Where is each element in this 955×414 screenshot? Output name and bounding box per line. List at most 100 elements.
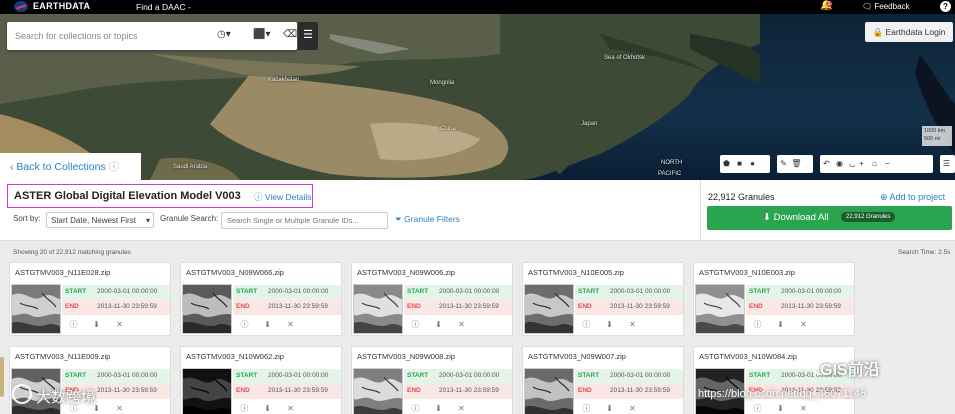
remove-icon[interactable]: ✕ bbox=[621, 317, 644, 333]
start-row: START 2000-03-01 00:00:00 bbox=[62, 285, 170, 300]
info-icon[interactable]: ⓘ bbox=[575, 401, 598, 414]
zoom-out-icon[interactable]: − bbox=[881, 155, 894, 173]
download-icon[interactable]: ⬇ bbox=[256, 317, 279, 333]
remove-icon[interactable]: ✕ bbox=[450, 317, 473, 333]
remove-icon[interactable]: ✕ bbox=[108, 317, 131, 333]
marker-icon[interactable]: ● bbox=[746, 155, 759, 173]
sort-select[interactable]: Start Date, Newest First ▾ bbox=[46, 212, 154, 228]
granule-card[interactable]: ASTGTMV003_N09W006.zip START 2000-03-01 00… bbox=[351, 262, 513, 336]
granule-thumbnail[interactable] bbox=[353, 284, 403, 334]
granule-thumbnail[interactable] bbox=[524, 284, 574, 334]
remove-icon[interactable]: ✕ bbox=[279, 317, 302, 333]
download-icon[interactable]: ⬇ bbox=[769, 401, 792, 414]
home-icon[interactable]: ⌂ bbox=[868, 155, 881, 173]
info-icon[interactable]: ⓘ bbox=[233, 317, 256, 333]
download-icon[interactable]: ⬇ bbox=[427, 317, 450, 333]
granule-card[interactable]: ASTGTMV003_N09W066.zip START 2000-03-01 00… bbox=[180, 262, 342, 336]
start-label: START bbox=[65, 288, 87, 295]
granule-thumbnail[interactable] bbox=[182, 368, 232, 414]
granule-thumbnail[interactable] bbox=[695, 284, 745, 334]
granule-card[interactable]: ASTGTMV003_N11E028.zip START 2000-03-01 00… bbox=[9, 262, 171, 336]
search-input[interactable] bbox=[15, 29, 205, 43]
info-icon[interactable]: ⓘ bbox=[746, 317, 769, 333]
download-icon[interactable]: ⬇ bbox=[598, 317, 621, 333]
granule-card[interactable]: ASTGTMV003_N09W007.zip START 2000-03-01 00… bbox=[522, 346, 684, 414]
granule-name[interactable]: ASTGTMV003_N10E005.zip bbox=[528, 268, 624, 277]
granule-card[interactable]: ASTGTMV003_N10E005.zip START 2000-03-01 00… bbox=[522, 262, 684, 336]
filter-icon: ⏷ bbox=[395, 214, 405, 224]
granule-name[interactable]: ASTGTMV003_N10E003.zip bbox=[699, 268, 795, 277]
granule-thumbnail[interactable] bbox=[182, 284, 232, 334]
info-icon[interactable]: ⓘ bbox=[233, 401, 256, 414]
granule-name[interactable]: ASTGTMV003_N09W066.zip bbox=[186, 268, 284, 277]
layers-icon[interactable]: ☰ bbox=[940, 155, 953, 173]
granule-filters-button[interactable]: ⏷ Granule Filters bbox=[395, 214, 460, 225]
granule-card[interactable]: ASTGTMV003_N10E003.zip START 2000-03-01 00… bbox=[693, 262, 855, 336]
side-scroll-handle[interactable] bbox=[0, 357, 4, 397]
rectangle-icon[interactable]: ■ bbox=[733, 155, 746, 173]
download-icon[interactable]: ⬇ bbox=[85, 317, 108, 333]
brand-name[interactable]: EARTHDATA bbox=[33, 1, 90, 11]
start-row: START 2000-03-01 00:00:00 bbox=[746, 285, 854, 300]
edit-icon[interactable]: ✎ bbox=[777, 155, 790, 173]
help-button[interactable]: ? bbox=[940, 1, 951, 12]
earthdata-login-button[interactable]: 🔒 Earthdata Login bbox=[865, 22, 953, 42]
thumbnail-image bbox=[354, 285, 402, 333]
granule-name[interactable]: ASTGTMV003_N11E009.zip bbox=[15, 352, 110, 361]
globe-icon[interactable]: ◉ bbox=[833, 155, 846, 173]
granule-thumbnail[interactable] bbox=[524, 368, 574, 414]
remove-icon[interactable]: ✕ bbox=[279, 401, 302, 414]
feedback-link[interactable]: 🗨 Feedback bbox=[862, 2, 910, 11]
end-row: END 2013-11-30 23:59:59 bbox=[575, 300, 683, 315]
granule-card[interactable]: ASTGTMV003_N10W062.zip START 2000-03-01 00… bbox=[180, 346, 342, 414]
granule-name[interactable]: ASTGTMV003_N10W062.zip bbox=[186, 352, 284, 361]
back-to-collections[interactable]: ‹ Back to Collections ⓘ bbox=[0, 153, 141, 180]
download-all-button[interactable]: ⬇ Download All 22,912 Granules bbox=[707, 206, 952, 230]
nasa-logo[interactable] bbox=[14, 1, 28, 12]
view-details-link[interactable]: ⓘ View Details bbox=[254, 191, 312, 203]
eraser-icon[interactable]: ⌫ bbox=[283, 29, 297, 40]
end-row: END 2013-11-30 23:59:59 bbox=[233, 300, 341, 315]
granule-name[interactable]: ASTGTMV003_N09W006.zip bbox=[357, 268, 455, 277]
polygon-icon[interactable]: ⬟ bbox=[720, 155, 733, 173]
info-icon[interactable]: ⓘ bbox=[62, 317, 85, 333]
temporal-filter-icon[interactable]: ◷▾ bbox=[217, 29, 231, 40]
info-icon[interactable]: ⓘ bbox=[404, 317, 427, 333]
info-icon[interactable]: ⓘ bbox=[404, 401, 427, 414]
download-all-label: Download All bbox=[773, 212, 829, 223]
add-to-project-link[interactable]: ⊕ Add to project bbox=[880, 192, 945, 203]
download-icon[interactable]: ⬇ bbox=[769, 317, 792, 333]
remove-icon[interactable]: ✕ bbox=[450, 401, 473, 414]
remove-icon[interactable]: ✕ bbox=[792, 317, 815, 333]
find-daac-menu[interactable]: Find a DAAC - bbox=[136, 2, 191, 12]
granule-card[interactable]: ASTGTMV003_N09W008.zip START 2000-03-01 00… bbox=[351, 346, 513, 414]
spatial-filter-icon[interactable]: ⬛▾ bbox=[253, 29, 270, 40]
granule-actions: ⓘ ⬇ ✕ bbox=[575, 401, 644, 414]
remove-icon[interactable]: ✕ bbox=[621, 401, 644, 414]
feedback-label: Feedback bbox=[874, 2, 910, 11]
rotate-icon[interactable]: ↶ bbox=[820, 155, 833, 173]
info-icon[interactable]: ⓘ bbox=[746, 401, 769, 414]
remove-icon[interactable]: ✕ bbox=[108, 401, 131, 414]
granule-name[interactable]: ASTGTMV003_N09W008.zip bbox=[357, 352, 455, 361]
granule-filters-label: Granule Filters bbox=[404, 214, 460, 224]
granule-thumbnail[interactable] bbox=[11, 284, 61, 334]
zoom-in-icon[interactable]: + bbox=[855, 155, 868, 173]
watermark-dashuju: 大数跨境 bbox=[36, 389, 97, 406]
remove-icon[interactable]: ✕ bbox=[792, 401, 815, 414]
granule-search-input[interactable] bbox=[221, 212, 388, 229]
granule-name[interactable]: ASTGTMV003_N10W084.zip bbox=[699, 352, 797, 361]
download-icon[interactable]: ⬇ bbox=[427, 401, 450, 414]
hamburger-icon[interactable]: ☰ bbox=[298, 22, 318, 50]
start-date: 2000-03-01 00:00:00 bbox=[97, 372, 158, 379]
download-icon[interactable]: ⬇ bbox=[256, 401, 279, 414]
end-label: END bbox=[407, 387, 421, 394]
start-row: START 2000-03-01 00:00:00 bbox=[233, 285, 341, 300]
info-icon[interactable]: ⓘ bbox=[575, 317, 598, 333]
granule-thumbnail[interactable] bbox=[353, 368, 403, 414]
granule-name[interactable]: ASTGTMV003_N11E028.zip bbox=[15, 268, 110, 277]
download-icon[interactable]: ⬇ bbox=[598, 401, 621, 414]
trash-icon[interactable]: 🗑 bbox=[790, 155, 803, 173]
granule-name[interactable]: ASTGTMV003_N09W007.zip bbox=[528, 352, 626, 361]
start-row: START 2000-03-01 00:00:00 bbox=[404, 285, 512, 300]
